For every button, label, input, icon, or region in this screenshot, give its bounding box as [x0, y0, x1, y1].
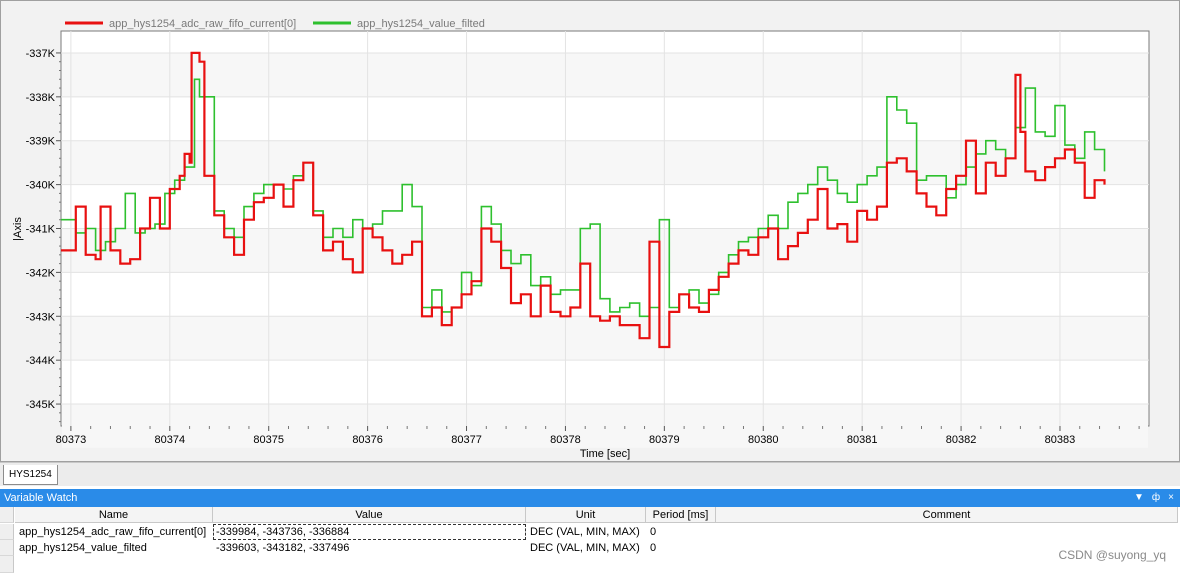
y-tick-label: -343K [26, 311, 56, 323]
legend-label[interactable]: app_hys1254_adc_raw_fifo_current[0] [109, 18, 296, 30]
variable-watch-title: Variable Watch [4, 492, 78, 504]
y-tick-label: -345K [26, 399, 56, 411]
y-axis-title: |Axis [12, 217, 24, 241]
pin-icon[interactable]: ф [1152, 489, 1160, 507]
table-header: Name Value Unit Period [ms] Comment [0, 507, 1180, 523]
row-value[interactable]: -339984, -343736, -336884 [213, 524, 526, 540]
column-comment[interactable]: Comment [716, 507, 1178, 523]
row-comment[interactable] [720, 524, 1178, 540]
x-tick-label: 80374 [155, 434, 186, 446]
grid-band [62, 52, 1148, 97]
y-tick-label: -338K [26, 92, 56, 104]
chart-svg[interactable]: -337K -338K -339K -340K -341K -342K -343K -344K… [1, 1, 1179, 461]
tab-hys1254[interactable]: HYS1254 [3, 465, 58, 485]
column-period[interactable]: Period [ms] [646, 507, 716, 523]
row-unit[interactable]: DEC (VAL, MIN, MAX) [530, 524, 646, 540]
row-name[interactable]: app_hys1254_value_filted [19, 540, 213, 556]
header-gutter [0, 507, 14, 523]
x-tick-label: 80375 [253, 434, 284, 446]
dropdown-icon[interactable]: ▼ [1134, 489, 1144, 507]
row-name[interactable]: app_hys1254_adc_raw_fifo_current[0] [19, 524, 213, 540]
legend[interactable]: app_hys1254_adc_raw_fifo_current[0] app_h… [65, 18, 485, 30]
row-gutter[interactable] [0, 524, 14, 540]
grid-band [62, 316, 1148, 361]
variable-watch-controls: ▼ ф × [1134, 489, 1174, 507]
x-tick-label: 80381 [847, 434, 878, 446]
watermark: CSDN @suyong_yq [1058, 548, 1166, 562]
y-axis: -337K -338K -339K -340K -341K -342K -343K -344K… [26, 48, 61, 423]
x-tick-label: 80378 [550, 434, 581, 446]
y-tick-label: -342K [26, 267, 56, 279]
table-row[interactable]: app_hys1254_value_filted -339603, -34318… [0, 540, 1180, 556]
column-value[interactable]: Value [213, 507, 526, 523]
y-tick-label: -339K [26, 136, 56, 148]
row-value[interactable]: -339603, -343182, -337496 [213, 540, 526, 556]
table-row[interactable]: app_hys1254_adc_raw_fifo_current[0] -339… [0, 524, 1180, 540]
column-unit[interactable]: Unit [526, 507, 646, 523]
x-tick-label: 80377 [451, 434, 482, 446]
row-unit[interactable]: DEC (VAL, MIN, MAX) [530, 540, 646, 556]
legend-label[interactable]: app_hys1254_value_filted [357, 18, 485, 30]
x-tick-label: 80380 [748, 434, 779, 446]
row-period[interactable]: 0 [650, 540, 716, 556]
y-tick-label: -340K [26, 180, 56, 192]
y-tick-label: -344K [26, 355, 56, 367]
variable-watch-table: Name Value Unit Period [ms] Comment app_… [0, 507, 1180, 573]
row-gutter [0, 556, 14, 573]
x-tick-label: 80376 [352, 434, 383, 446]
variable-watch-titlebar: Variable Watch ▼ ф × [0, 489, 1180, 507]
row-period[interactable]: 0 [650, 524, 716, 540]
y-tick-label: -341K [26, 224, 56, 236]
close-icon[interactable]: × [1168, 489, 1174, 507]
x-tick-label: 80383 [1045, 434, 1076, 446]
x-tick-label: 80382 [946, 434, 977, 446]
column-name[interactable]: Name [15, 507, 213, 523]
x-axis-title: Time [sec] [580, 448, 630, 460]
y-tick-label: -337K [26, 48, 56, 60]
x-tick-label: 80373 [56, 434, 87, 446]
x-tick-label: 80379 [649, 434, 680, 446]
tab-strip: HYS1254 [0, 462, 1180, 486]
row-gutter[interactable] [0, 540, 14, 556]
chart-panel[interactable]: -337K -338K -339K -340K -341K -342K -343K -344K… [0, 0, 1180, 462]
